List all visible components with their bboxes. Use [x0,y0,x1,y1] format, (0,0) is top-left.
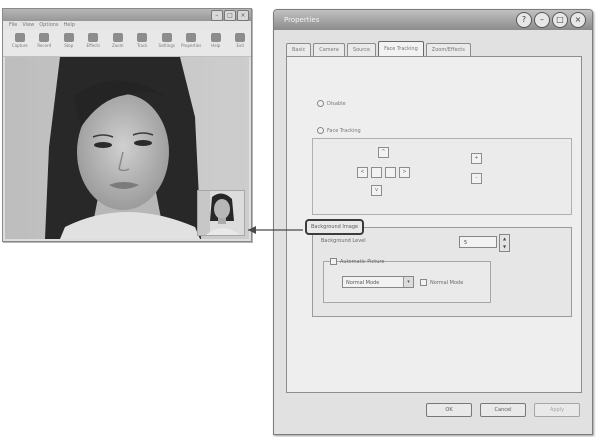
automatic-picture-label: Automatic Picture [340,258,385,265]
toolbar-label: Help [211,43,221,48]
app-title-bar[interactable]: – □ × [3,9,251,21]
checkbox-square [330,258,337,265]
record-icon [39,33,50,42]
toolbar-label: Stop [64,43,74,48]
tab-face-tracking[interactable]: Face Tracking [378,41,424,56]
menu-file[interactable]: File [9,21,17,30]
ok-button[interactable]: OK [426,403,472,417]
dialog-title: Properties [284,16,320,24]
toolbar-stop-button[interactable]: Stop [58,30,80,54]
chevron-down-icon: ▾ [403,277,413,287]
effects-icon [88,33,99,42]
menu-options[interactable]: Options [39,21,58,30]
toolbar-label: Exit [236,43,245,48]
toolbar-effects-button[interactable]: Effects [83,30,105,54]
toolbar-record-button[interactable]: Record [34,30,56,54]
toolbar-label: Settings [158,43,175,48]
mode-select[interactable]: Normal Mode ▾ [342,276,414,288]
tab-source[interactable]: Source [346,43,377,56]
toolbar-exit-button[interactable]: Exit [230,30,252,54]
checkbox-square [420,279,427,286]
disable-radio-label: Disable [327,100,346,107]
pan-center-right-button[interactable] [385,167,396,178]
pan-right-button[interactable]: > [399,167,410,178]
pan-up-button[interactable]: ^ [378,147,389,158]
app-menu-bar: File View Options Help [3,21,251,30]
app-toolbar: Capture Record Stop Effects Zoom Track S… [3,30,251,57]
automatic-picture-group: Automatic Picture Normal Mode ▾ Normal M… [323,258,491,303]
toolbar-properties-button[interactable]: Properties [181,30,203,54]
tab-basic[interactable]: Basic [286,43,312,56]
track-icon [137,33,148,42]
radio-circle [317,100,324,107]
menu-help[interactable]: Help [64,21,75,30]
help-icon[interactable]: ? [516,12,532,28]
toolbar-label: Effects [86,43,101,48]
face-tracking-radio[interactable]: Face Tracking [317,127,361,134]
pan-down-button[interactable]: v [371,185,382,196]
toolbar-label: Capture [11,43,28,48]
close-button[interactable]: × [237,10,249,21]
help-icon [210,33,221,42]
toolbar-label: Track [137,43,148,48]
normal-mode-checkbox[interactable]: Normal Mode [420,279,463,286]
toolbar-label: Properties [181,43,202,48]
background-level-spinner[interactable]: ▲ ▼ [499,234,510,252]
disable-radio[interactable]: Disable [317,100,346,107]
minimize-button[interactable]: – [211,10,223,21]
picture-in-picture-preview[interactable] [197,190,245,236]
toolbar-label: Zoom [111,43,124,48]
toolbar-label: Record [37,43,52,48]
background-level-input[interactable]: 5 [459,236,497,248]
toolbar-capture-button[interactable]: Capture [9,30,31,54]
direction-control-group: ^ < > v + - [312,138,572,215]
background-level-label: Background Level [321,238,366,244]
dialog-title-bar[interactable]: Properties ? – □ × [274,10,592,30]
face-tracking-radio-label: Face Tracking [327,127,361,134]
background-image-label: Background Image [305,219,365,235]
toolbar-settings-button[interactable]: Settings [156,30,178,54]
zoom-in-button[interactable]: + [471,153,482,164]
automatic-picture-checkbox[interactable]: Automatic Picture [330,258,384,265]
tab-strip: Basic Camera Source Face Tracking Zoom/E… [286,41,471,56]
background-image-group: Background Image Background Level 5 ▲ ▼ A… [305,219,572,317]
radio-circle [317,127,324,134]
tab-panel: Disable Face Tracking ^ < > v + - Backgr… [286,56,582,393]
cancel-button[interactable]: Cancel [480,403,526,417]
normal-mode-label: Normal Mode [430,279,464,286]
properties-dialog: Properties ? – □ × Basic Camera Source F… [273,9,593,435]
menu-view[interactable]: View [22,21,34,30]
apply-button[interactable]: Apply [534,403,580,417]
mode-select-value: Normal Mode [346,280,380,286]
stop-icon [63,33,74,42]
settings-icon [161,33,172,42]
camera-icon [14,33,25,42]
webcam-video-feed [5,57,249,239]
exit-icon [235,33,246,42]
webcam-app-window: – □ × File View Options Help Capture Rec… [2,8,252,242]
zoom-out-button[interactable]: - [471,173,482,184]
pan-center-left-button[interactable] [371,167,382,178]
maximize-button[interactable]: □ [224,10,236,21]
zoom-icon [112,33,123,42]
toolbar-help-button[interactable]: Help [205,30,227,54]
pan-left-button[interactable]: < [357,167,368,178]
maximize-icon[interactable]: □ [552,12,568,28]
pip-portrait-image [198,191,244,235]
minimize-icon[interactable]: – [534,12,550,28]
tab-camera[interactable]: Camera [313,43,345,56]
toolbar-track-button[interactable]: Track [132,30,154,54]
close-icon[interactable]: × [570,12,586,28]
tab-zoom-effects[interactable]: Zoom/Effects [425,43,471,56]
properties-icon [186,33,197,42]
toolbar-zoom-button[interactable]: Zoom [107,30,129,54]
